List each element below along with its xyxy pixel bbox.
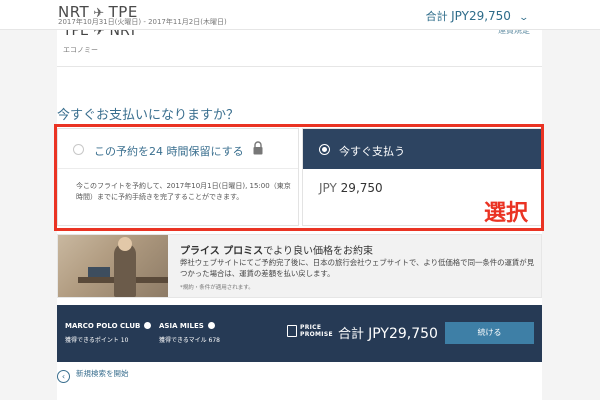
price-promise-banner: プライス プロミスでより良い価格をお約束 弊社ウェブサイトにてご予約完了後に、日… bbox=[57, 234, 542, 298]
cabin-class: エコノミー bbox=[63, 46, 98, 54]
asia-miles-value: 獲得できるマイル 678 bbox=[159, 337, 220, 344]
new-search-link[interactable]: ‹ 新規検索を開始 bbox=[57, 368, 129, 383]
price-promise-title-rest: でより良い価格をお約束 bbox=[263, 246, 373, 257]
selection-annotation: 選択 bbox=[484, 201, 529, 226]
hold-option-card[interactable]: この予約を24 時間保留にする 今このフライトを予約して、2017年10月1日(… bbox=[57, 128, 299, 226]
continue-button[interactable]: 続ける bbox=[445, 322, 534, 344]
summary-total: 合計 JPY29,750 bbox=[338, 323, 438, 342]
check-shield-icon bbox=[287, 325, 297, 337]
marco-polo-club: MARCO POLO CLUB bbox=[65, 322, 152, 330]
summary-total-amount: JPY29,750 bbox=[368, 326, 438, 342]
hold-radio[interactable] bbox=[73, 144, 84, 155]
pay-now-option-header[interactable]: 今すぐ支払う bbox=[303, 129, 541, 169]
price-promise-photo bbox=[58, 235, 168, 297]
pay-now-amount: JPY 29,750 bbox=[319, 181, 383, 195]
pay-now-option-label: 今すぐ支払う bbox=[339, 145, 405, 158]
price-promise-logo: PRICE PROMISE bbox=[287, 324, 335, 346]
summary-total-label: 合計 bbox=[338, 327, 365, 342]
hold-option-label: この予約を24 時間保留にする bbox=[94, 145, 244, 158]
top-header: NRT ✈ TPE 2017年10月31日(火曜日) - 2017年11月2日(木曜… bbox=[0, 0, 600, 30]
marco-polo-points: 獲得できるポイント 10 bbox=[65, 337, 129, 344]
back-arrow-icon: ‹ bbox=[57, 370, 70, 383]
info-icon[interactable] bbox=[207, 322, 215, 329]
summary-bar: MARCO POLO CLUB 獲得できるポイント 10 ASIA MILES … bbox=[57, 305, 542, 362]
lock-icon bbox=[253, 141, 263, 155]
return-flight-row: TPE ✈ NRT エコノミー 運賃規定 bbox=[57, 23, 542, 67]
header-total-toggle[interactable]: 合計 JPY29,750 ⌄ bbox=[425, 8, 530, 24]
pay-now-radio[interactable] bbox=[319, 144, 330, 155]
price-promise-note: *規約・条件が適用されます。 bbox=[180, 285, 254, 291]
header-total-label: 合計 bbox=[425, 10, 448, 23]
hold-option-description: 今このフライトを予約して、2017年10月1日(日曜日), 15:00（東京時間… bbox=[76, 182, 291, 201]
price-promise-body: 弊社ウェブサイトにてご予約完了後に、日本の旅行会社ウェブサイトで、より低価格で同… bbox=[180, 258, 535, 278]
info-icon[interactable] bbox=[144, 322, 152, 329]
pay-now-value: 29,750 bbox=[340, 181, 383, 195]
hold-option-header[interactable]: この予約を24 時間保留にする bbox=[58, 129, 298, 169]
asia-miles-label: ASIA MILES bbox=[159, 322, 204, 330]
asia-miles: ASIA MILES bbox=[159, 322, 215, 330]
chevron-down-icon: ⌄ bbox=[518, 13, 530, 23]
header-total-amount: JPY29,750 bbox=[451, 9, 511, 23]
new-search-label: 新規検索を開始 bbox=[76, 369, 129, 378]
price-promise-title-bold: プライス プロミス bbox=[180, 246, 264, 257]
logo-line-2: PROMISE bbox=[300, 331, 333, 338]
travel-dates: 2017年10月31日(火曜日) - 2017年11月2日(木曜日) bbox=[58, 18, 227, 26]
price-promise-logo-text: PRICE PROMISE bbox=[300, 324, 333, 338]
payment-question: 今すぐお支払いになりますか？ bbox=[57, 108, 240, 123]
marco-polo-label: MARCO POLO CLUB bbox=[65, 322, 141, 330]
pay-now-currency: JPY bbox=[319, 181, 337, 195]
price-promise-title: プライス プロミスでより良い価格をお約束 bbox=[180, 242, 373, 257]
logo-line-1: PRICE bbox=[300, 324, 322, 331]
